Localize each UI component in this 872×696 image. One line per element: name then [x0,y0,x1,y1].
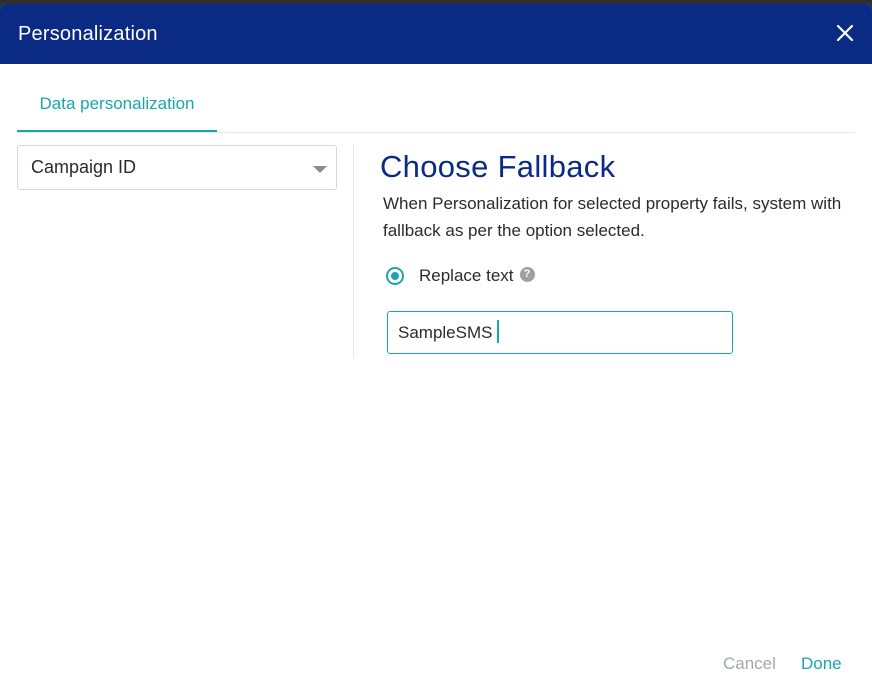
chevron-down-icon [313,166,327,173]
done-button[interactable]: Done [801,654,842,674]
fallback-description: When Personalization for selected proper… [383,194,842,240]
dialog-title: Personalization [18,23,158,45]
tab-data-personalization[interactable]: Data personalization [17,64,217,132]
fallback-heading: Choose Fallback [380,149,616,184]
replace-text-option: Replace text ? [386,264,535,288]
property-select[interactable]: Campaign ID [17,145,337,190]
property-select-value: Campaign ID [31,157,137,177]
dialog-header: Personalization [0,4,872,64]
replace-text-input[interactable] [387,311,733,354]
fallback-panel: Choose Fallback When Personalization for… [380,145,860,405]
tab-bar: Data personalization [17,64,855,133]
personalization-dialog: Personalization Data personalization Cam… [0,4,872,696]
replace-text-radio[interactable] [386,267,404,285]
replace-text-label[interactable]: Replace text [419,266,514,286]
help-icon[interactable]: ? [519,266,535,282]
left-panel: Campaign ID [17,145,354,358]
text-cursor [497,320,499,343]
close-icon[interactable] [836,24,854,42]
cancel-button[interactable]: Cancel [723,654,776,674]
